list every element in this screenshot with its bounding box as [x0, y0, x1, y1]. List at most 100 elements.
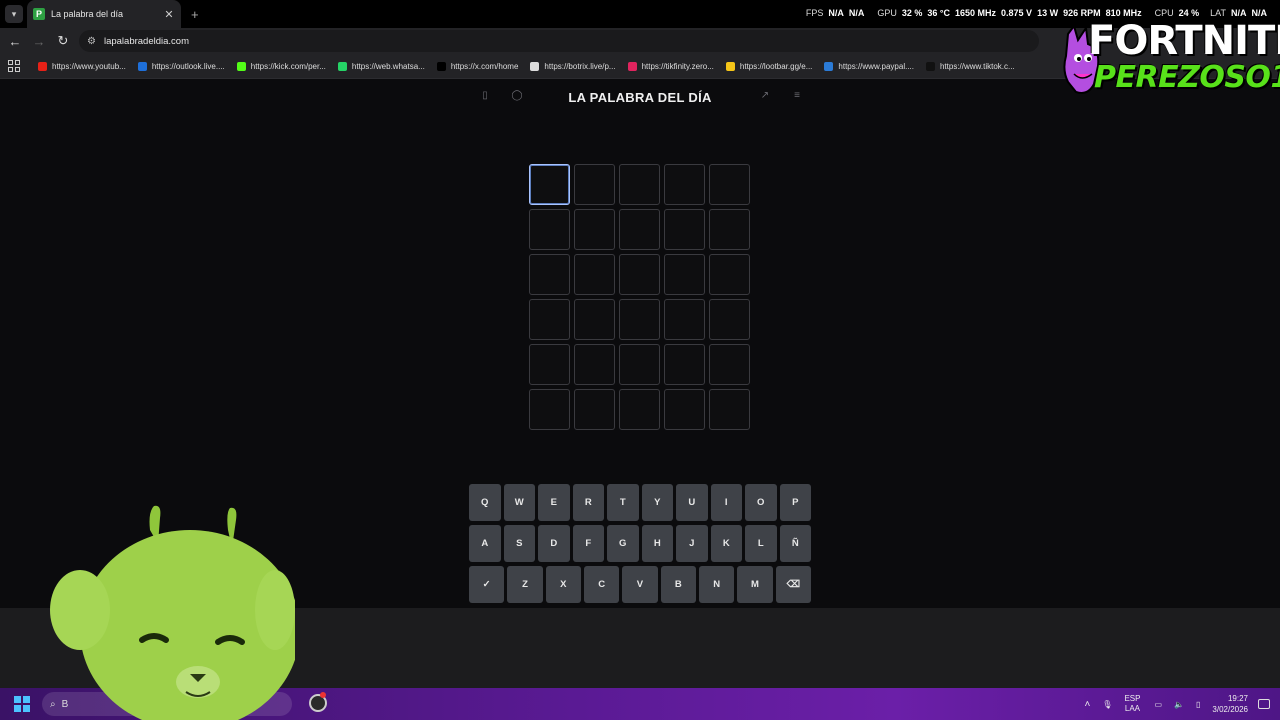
- forward-arrow-icon[interactable]: →: [27, 34, 51, 49]
- whatsapp-icon: [337, 61, 347, 71]
- gpu-fan: 926 RPM: [1063, 8, 1101, 18]
- microphone-icon[interactable]: 🎙: [1102, 700, 1112, 709]
- new-tab-icon[interactable]: +: [191, 7, 199, 22]
- letter-cell[interactable]: [709, 299, 750, 340]
- key-o[interactable]: O: [745, 484, 777, 521]
- board-row: [529, 299, 751, 340]
- letter-cell[interactable]: [709, 389, 750, 430]
- letter-cell[interactable]: [574, 164, 615, 205]
- battery-icon[interactable]: ▯: [1196, 700, 1200, 709]
- letter-cell[interactable]: [664, 254, 705, 295]
- key-m[interactable]: M: [737, 566, 773, 603]
- letter-cell[interactable]: [529, 299, 570, 340]
- volume-icon[interactable]: 🔈: [1174, 700, 1184, 709]
- letter-cell[interactable]: [529, 254, 570, 295]
- back-arrow-icon[interactable]: ←: [3, 34, 27, 49]
- bookmark-item[interactable]: https://kick.com/per...: [236, 61, 326, 71]
- key-d[interactable]: D: [538, 525, 570, 562]
- letter-cell[interactable]: [709, 254, 750, 295]
- bookmark-item[interactable]: https://web.whatsa...: [337, 61, 425, 71]
- key-w[interactable]: W: [503, 484, 535, 521]
- key-y[interactable]: Y: [641, 484, 673, 521]
- letter-cell[interactable]: [574, 389, 615, 430]
- windows-start-icon[interactable]: [14, 696, 30, 712]
- bookmark-item[interactable]: https://tikfinity.zero...: [627, 61, 714, 71]
- letter-cell[interactable]: [619, 344, 660, 385]
- letter-cell[interactable]: [619, 209, 660, 250]
- chevron-up-icon[interactable]: ˄: [1084, 699, 1090, 710]
- cpu-load: 24 %: [1178, 8, 1200, 18]
- address-bar[interactable]: ⚙ lapalabradeldia.com: [79, 30, 1039, 52]
- notification-icon[interactable]: [1258, 699, 1270, 709]
- letter-cell[interactable]: [709, 344, 750, 385]
- key-a[interactable]: A: [469, 525, 501, 562]
- tab-close-icon[interactable]: ✕: [163, 8, 175, 21]
- gpu-clock: 1650 MHz: [955, 8, 997, 18]
- board-row: [529, 389, 751, 430]
- site-info-icon[interactable]: ⚙: [87, 36, 96, 47]
- letter-cell[interactable]: [529, 344, 570, 385]
- reload-icon[interactable]: ↻: [51, 33, 75, 49]
- key-v[interactable]: V: [622, 566, 658, 603]
- key-s[interactable]: S: [503, 525, 535, 562]
- stats-chart-icon[interactable]: ↗: [758, 90, 772, 104]
- apps-grid-icon[interactable]: [8, 60, 20, 72]
- letter-cell[interactable]: [619, 389, 660, 430]
- network-icon[interactable]: ▭: [1154, 700, 1162, 709]
- key-k[interactable]: K: [710, 525, 742, 562]
- key-u[interactable]: U: [676, 484, 708, 521]
- tab-favicon-icon: P: [33, 8, 45, 20]
- key-g[interactable]: G: [607, 525, 639, 562]
- bookmark-item[interactable]: https://www.paypal....: [824, 61, 914, 71]
- letter-cell[interactable]: [574, 209, 615, 250]
- key-r[interactable]: R: [572, 484, 604, 521]
- letter-cell[interactable]: [619, 164, 660, 205]
- letter-cell[interactable]: [709, 164, 750, 205]
- settings-sliders-icon[interactable]: ≡: [790, 90, 804, 104]
- key-i[interactable]: I: [710, 484, 742, 521]
- key-z[interactable]: Z: [507, 566, 543, 603]
- url-text[interactable]: lapalabradeldia.com: [104, 36, 189, 47]
- tikfinity-icon: [627, 61, 637, 71]
- backspace-icon[interactable]: ⌫: [775, 566, 811, 603]
- bookmark-label: https://www.paypal....: [838, 61, 914, 71]
- key-ñ[interactable]: Ñ: [779, 525, 811, 562]
- key-j[interactable]: J: [676, 525, 708, 562]
- letter-cell[interactable]: [574, 254, 615, 295]
- key-e[interactable]: E: [538, 484, 570, 521]
- bookmark-item[interactable]: https://www.tiktok.c...: [925, 61, 1015, 71]
- browser-tab[interactable]: P La palabra del día ✕: [27, 0, 181, 28]
- key-q[interactable]: Q: [469, 484, 501, 521]
- letter-cell-active[interactable]: [529, 164, 570, 205]
- bookmark-item[interactable]: https://botrix.live/p...: [530, 61, 616, 71]
- letter-cell[interactable]: [619, 299, 660, 340]
- bookmark-item[interactable]: https://x.com/home: [436, 61, 518, 71]
- tab-search-icon[interactable]: ▾: [5, 5, 23, 23]
- language-indicator[interactable]: ESP LAA: [1124, 694, 1140, 714]
- key-x[interactable]: X: [545, 566, 581, 603]
- letter-cell[interactable]: [664, 344, 705, 385]
- letter-cell[interactable]: [664, 164, 705, 205]
- bookmark-item[interactable]: https://lootbar.gg/e...: [725, 61, 812, 71]
- letter-cell[interactable]: [529, 209, 570, 250]
- key-h[interactable]: H: [641, 525, 673, 562]
- letter-cell[interactable]: [574, 344, 615, 385]
- letter-cell[interactable]: [574, 299, 615, 340]
- key-t[interactable]: T: [607, 484, 639, 521]
- key-l[interactable]: L: [745, 525, 777, 562]
- letter-cell[interactable]: [664, 209, 705, 250]
- key-n[interactable]: N: [698, 566, 735, 603]
- letter-cell[interactable]: [664, 389, 705, 430]
- key-p[interactable]: P: [779, 484, 811, 521]
- key-f[interactable]: F: [572, 525, 604, 562]
- letter-cell[interactable]: [664, 299, 705, 340]
- letter-cell[interactable]: [619, 254, 660, 295]
- bookmark-item[interactable]: https://www.youtub...: [38, 61, 126, 71]
- clock[interactable]: 19:27 3/02/2026: [1212, 693, 1248, 715]
- letter-cell[interactable]: [709, 209, 750, 250]
- key-c[interactable]: C: [583, 566, 620, 603]
- bookmark-item[interactable]: https://outlook.live....: [137, 61, 225, 71]
- key-b[interactable]: B: [660, 566, 696, 603]
- enter-check-icon[interactable]: ✓: [469, 566, 505, 603]
- letter-cell[interactable]: [529, 389, 570, 430]
